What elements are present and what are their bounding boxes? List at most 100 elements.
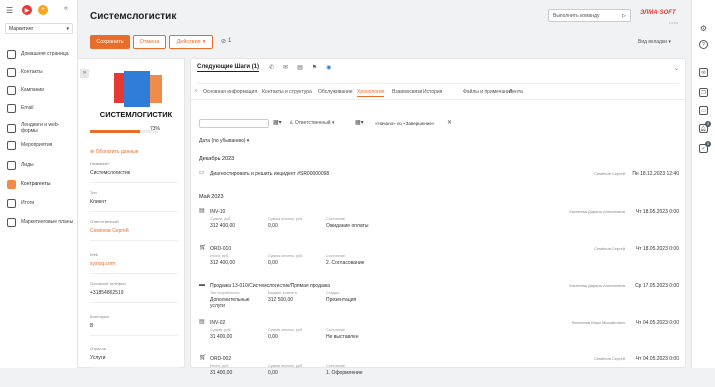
sidebar-item-7[interactable]: Контрагенты — [7, 180, 75, 189]
sidebar-item-4[interactable]: Лендинги и web-формы — [7, 122, 75, 134]
email-panel-icon[interactable]: ✉ — [699, 68, 708, 77]
expand-icon[interactable]: » — [80, 69, 89, 78]
sidebar-item-2[interactable]: Кампании — [7, 86, 75, 95]
chat-icon[interactable]: ▭ — [699, 106, 708, 115]
timeline-item[interactable]: ▬ Продажа 13-010/Системслогистик/Прямая п… — [191, 282, 685, 314]
email-icon[interactable]: ✉ — [283, 64, 288, 71]
hamburger-icon[interactable]: ☰ — [6, 6, 13, 15]
tab-7[interactable]: Лента — [509, 89, 523, 95]
item-field-label: Состояние — [326, 254, 345, 258]
analytics-icon — [7, 199, 16, 208]
sidebar-item-6[interactable]: Лиды — [7, 161, 75, 170]
page-title: Системслогистик — [90, 11, 177, 22]
attachments-button[interactable]: ⊘ 1 — [221, 38, 231, 45]
sidebar-item-8[interactable]: Итоги — [7, 199, 75, 208]
enrich-data-link[interactable]: ⊛ Обогатить данные — [90, 149, 138, 155]
field-value: +31854862519 — [90, 290, 124, 296]
telegram-icon[interactable]: ◉ — [326, 64, 331, 71]
tasks-icon[interactable]: ✓ 5 — [699, 141, 711, 153]
sidebar-item-5[interactable]: Мероприятия — [7, 141, 75, 150]
sidebar-item-1[interactable]: Контакты — [7, 68, 75, 77]
item-date: Чт 04.05.2023 0:00 — [635, 356, 679, 362]
notifications-icon[interactable]: 🔔︎ 9 — [699, 121, 711, 133]
calendar-filter-icon[interactable]: ▦▾ — [273, 119, 282, 126]
tab-3[interactable]: Хронология — [357, 89, 385, 97]
item-field-value: 0,00 — [268, 223, 278, 229]
tab-5[interactable]: История — [423, 89, 442, 95]
save-button[interactable]: Сохранить — [90, 35, 130, 49]
timeline-item[interactable]: ▭ Диагностировать и решить инцидент #SR00… — [191, 170, 685, 184]
tab-4[interactable]: Взаимосвязи — [392, 89, 422, 95]
item-title[interactable]: INV-10 — [210, 209, 225, 215]
month-header: Декабрь 2023 — [199, 156, 235, 162]
completeness-bar — [90, 130, 158, 133]
item-field-value: 2. Согласование — [326, 260, 365, 266]
sidebar-item-label: Мероприятия — [21, 141, 53, 148]
item-title[interactable]: ORD-002 — [210, 356, 231, 362]
plans-icon — [7, 218, 16, 227]
item-title[interactable]: Диагностировать и решить инцидент #SR000… — [210, 171, 329, 177]
task-icon[interactable]: ▤ — [297, 64, 303, 71]
item-title[interactable]: INV-02 — [210, 320, 225, 326]
sidebar-item-label: Домашняя страница — [21, 50, 69, 57]
item-field-value: 312 400,00 — [210, 223, 236, 229]
sidebar-item-9[interactable]: Маркетинговые планы — [7, 218, 75, 227]
sort-select[interactable]: Дата (по убыванию) ▾ — [199, 138, 249, 144]
sidebar-item-label: Кампании — [21, 86, 44, 93]
brand-logo: ЭЛМА·SOFT — [640, 10, 676, 16]
next-steps-title[interactable]: Следующие Шаги (1) — [197, 64, 260, 72]
phone-icon[interactable]: ✆ — [269, 64, 274, 71]
profile-field[interactable]: Отрасль Услуги — [90, 346, 178, 368]
profile-field[interactable]: Название* Системслогистик — [90, 161, 178, 183]
copy-icon[interactable]: ❐ — [699, 88, 708, 97]
item-title[interactable]: Продажа 13-010/Системслогистик/Прямая пр… — [210, 283, 330, 289]
date-filter-icon[interactable]: ▦▾ — [355, 119, 364, 126]
item-field-label: Сумма оплаты, руб. — [268, 328, 304, 332]
profile-field[interactable]: Категория B — [90, 314, 178, 336]
period-filter[interactable]: «Начало» по «Завершение» — [375, 121, 434, 126]
item-field-value: 312 500,00 — [268, 297, 294, 303]
run-process-icon[interactable]: ▶ — [22, 5, 32, 15]
sidebar-item-0[interactable]: Домашняя страница — [7, 50, 75, 59]
clear-filter-icon[interactable]: ✕ — [447, 119, 452, 126]
chevron-down-icon: ▾ — [66, 25, 69, 32]
owner-filter[interactable]: ♙ Ответственный ▾ — [289, 120, 335, 126]
item-field-label: Итого, руб. — [210, 254, 230, 258]
field-value: Услуги — [90, 355, 106, 361]
item-title[interactable]: ORD-010 — [210, 246, 231, 252]
workspace-select[interactable]: Маркетинг ▾ — [5, 23, 73, 34]
timeline-item[interactable]: 🛒︎ ORD-010 Семёнов Сергей Чт 18.05.2023 0:0… — [191, 245, 685, 277]
cancel-button[interactable]: Отмена — [133, 35, 166, 49]
help-icon[interactable]: ? — [699, 40, 708, 49]
tab-0[interactable]: Основная информация — [203, 89, 257, 95]
profile-field[interactable]: Web syslog.com — [90, 252, 178, 274]
actions-button[interactable]: Действия ▾ — [169, 35, 213, 49]
collapse-icon[interactable]: « — [64, 5, 68, 12]
field-label: Ответственный — [90, 219, 119, 224]
item-field-value: Ожидание оплаты — [326, 223, 369, 229]
profile-field[interactable]: Основной телефон +31854862519 — [90, 281, 178, 303]
sidebar-item-3[interactable]: Email — [7, 104, 75, 113]
command-input[interactable]: Выполнить команду ▷ — [548, 9, 631, 22]
field-value: Системслогистик — [90, 170, 130, 176]
tabs-scroll-left-icon[interactable]: ‹ — [195, 88, 197, 94]
timeline-item[interactable]: ▤ INV-10 Киселева Дарина Алексеевна Чт 18.0… — [191, 208, 685, 240]
tab-1[interactable]: Контакты и структура — [262, 89, 312, 95]
add-icon[interactable]: + — [38, 5, 48, 15]
collapse-next-steps-icon[interactable]: ⌄ — [674, 65, 679, 72]
tab-6[interactable]: Файлы и примечания — [463, 89, 512, 95]
timeline-item[interactable]: 🛒︎ ORD-002 Семёнов Сергей Чт 04.05.2023 0:0… — [191, 355, 685, 387]
item-field-value: 312 400,00 — [210, 260, 236, 266]
run-command-icon[interactable]: ▷ — [622, 13, 626, 19]
view-settings-button[interactable]: Вид вкладки ▾ — [638, 39, 671, 45]
timeline-item[interactable]: ▤ INV-02 Филиппов Марк Михайлович Чт 04.05.… — [191, 319, 685, 351]
deal-icon: ▬ — [199, 282, 205, 288]
search-input[interactable] — [199, 119, 269, 128]
owner-filter-label: Ответственный — [294, 120, 331, 126]
field-value: Клиент — [90, 199, 107, 205]
tab-2[interactable]: Обслуживание — [318, 89, 353, 95]
profile-field[interactable]: Тип Клиент — [90, 190, 178, 212]
flag-icon[interactable]: ⚑ — [312, 64, 317, 71]
settings-icon[interactable]: ⚙ — [699, 24, 708, 33]
profile-field[interactable]: Ответственный Семёнов Сергей — [90, 219, 178, 241]
